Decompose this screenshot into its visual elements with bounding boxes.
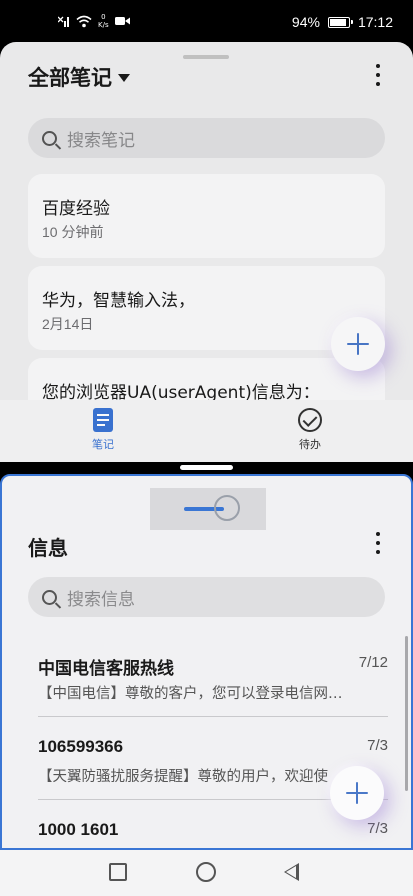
search-icon bbox=[42, 130, 57, 146]
recent-apps-icon[interactable] bbox=[109, 863, 127, 881]
notes-search-input[interactable]: 搜索笔记 bbox=[28, 118, 385, 158]
message-preview: 【中国电信】尊敬的客户，您可以登录电信网… bbox=[38, 686, 343, 702]
pane-drag-handle[interactable] bbox=[183, 55, 229, 59]
messages-more-icon[interactable] bbox=[375, 532, 381, 554]
message-date: 7/3 bbox=[367, 820, 388, 837]
message-thread[interactable]: 1000 1601 7/3 bbox=[38, 820, 388, 848]
note-title: 百度经验 bbox=[42, 199, 110, 219]
messages-title: 信息 bbox=[28, 536, 68, 560]
window-drag-area[interactable] bbox=[150, 488, 266, 530]
split-screen-divider[interactable] bbox=[180, 465, 233, 470]
status-icons-right: 94% 17:12 bbox=[292, 14, 393, 30]
network-speed-unit: K/s bbox=[98, 21, 109, 29]
message-preview: 【天翼防骚扰服务提醒】尊敬的用户，欢迎使 bbox=[38, 769, 328, 785]
status-icons-left: 0 K/s bbox=[58, 13, 130, 29]
note-icon bbox=[93, 408, 113, 432]
messages-search-input[interactable]: 搜索信息 bbox=[28, 577, 385, 617]
caret-down-icon bbox=[118, 74, 130, 82]
message-sender: 106599366 bbox=[38, 737, 124, 756]
system-nav-bar bbox=[0, 850, 413, 896]
notes-folder-selector[interactable]: 全部笔记 bbox=[28, 62, 130, 92]
notes-search-placeholder: 搜索笔记 bbox=[67, 130, 135, 151]
nav-notes[interactable]: 笔记 bbox=[63, 408, 143, 452]
note-title: 华为，智慧输入法， bbox=[42, 291, 195, 311]
messages-pane: 信息 搜索信息 中国电信客服热线 7/12 【中国电信】尊敬的客户，您可以登录电… bbox=[0, 474, 413, 850]
note-time: 2月14日 bbox=[42, 316, 94, 332]
messages-search-placeholder: 搜索信息 bbox=[67, 589, 135, 610]
network-speed: 0 K/s bbox=[98, 13, 109, 29]
touch-indicator bbox=[214, 495, 240, 521]
message-thread[interactable]: 中国电信客服热线 7/12 【中国电信】尊敬的客户，您可以登录电信网… bbox=[38, 654, 388, 714]
message-date: 7/12 bbox=[358, 654, 388, 671]
battery-icon bbox=[327, 16, 353, 28]
notes-bottom-nav: 笔记 待办 bbox=[0, 400, 413, 462]
add-note-button[interactable] bbox=[331, 317, 385, 371]
note-card[interactable]: 百度经验 10 分钟前 bbox=[28, 174, 385, 258]
no-sim-icon bbox=[58, 16, 69, 27]
video-camera-icon bbox=[114, 17, 130, 25]
nav-todo-label: 待办 bbox=[299, 438, 321, 451]
message-sender: 中国电信客服热线 bbox=[38, 659, 174, 678]
battery-fill bbox=[329, 18, 346, 26]
scrollbar[interactable] bbox=[405, 636, 408, 791]
notes-pane: 全部笔记 搜索笔记 百度经验 10 分钟前 华为，智慧输入法， 2月14日 您的… bbox=[0, 42, 413, 462]
status-bar: 0 K/s 94% 17:12 bbox=[0, 0, 413, 42]
note-time: 10 分钟前 bbox=[42, 224, 104, 240]
check-circle-icon bbox=[298, 408, 322, 432]
message-date: 7/3 bbox=[367, 737, 388, 754]
clock: 17:12 bbox=[357, 14, 393, 30]
wifi-icon bbox=[76, 15, 92, 27]
nav-notes-label: 笔记 bbox=[92, 438, 114, 451]
nav-todo[interactable]: 待办 bbox=[270, 408, 350, 452]
network-speed-value: 0 bbox=[101, 13, 106, 21]
battery-percent: 94% bbox=[291, 14, 320, 30]
search-icon bbox=[42, 589, 57, 605]
notes-title: 全部笔记 bbox=[28, 66, 112, 90]
new-message-button[interactable] bbox=[330, 766, 384, 820]
notes-more-icon[interactable] bbox=[375, 64, 381, 86]
back-icon[interactable] bbox=[284, 863, 299, 881]
divider bbox=[38, 716, 388, 717]
home-icon[interactable] bbox=[196, 862, 216, 882]
message-sender: 1000 1601 bbox=[38, 820, 119, 839]
